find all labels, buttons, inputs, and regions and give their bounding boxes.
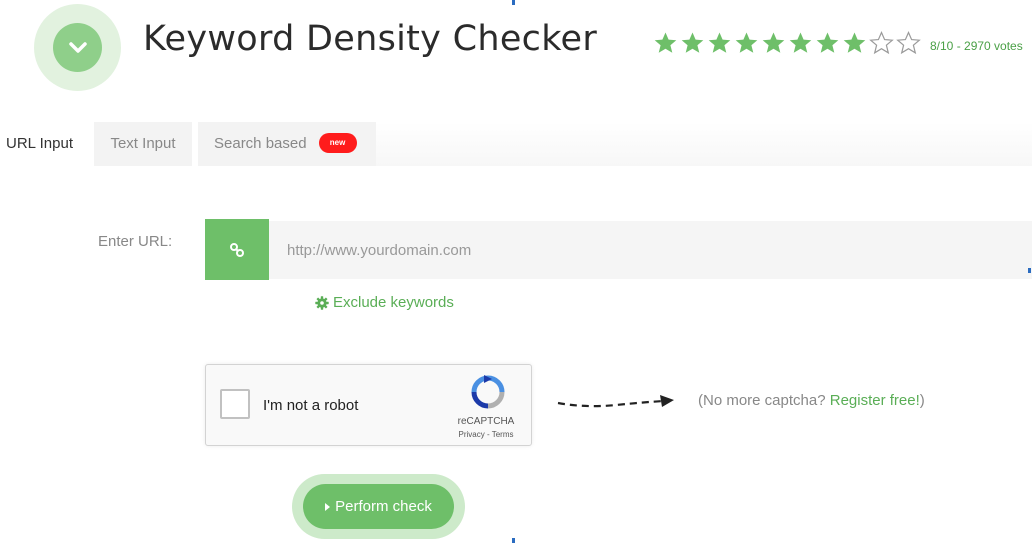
tab-text-input-label: Text Input — [110, 135, 176, 152]
perform-check-label: Perform check — [335, 498, 432, 515]
dashed-arrow-icon — [557, 395, 674, 408]
recaptcha-logo-icon — [471, 375, 505, 409]
register-free-link[interactable]: Register free! — [830, 392, 920, 409]
url-label: Enter URL: — [98, 233, 173, 250]
star-filled-icon[interactable] — [706, 31, 733, 55]
play-triangle-icon — [325, 502, 331, 511]
edge-marker-right — [1028, 268, 1031, 273]
perform-check-halo: Perform check — [292, 474, 465, 539]
recaptcha-privacy-terms[interactable]: Privacy - Terms — [446, 430, 526, 439]
star-empty-icon[interactable] — [868, 31, 895, 55]
star-filled-icon[interactable] — [679, 31, 706, 55]
new-badge: new — [318, 133, 357, 154]
page-title: Keyword Density Checker — [143, 19, 598, 59]
chevron-down-icon — [68, 41, 87, 53]
tab-search-based[interactable]: Search based new — [198, 122, 376, 166]
star-filled-icon[interactable] — [760, 31, 787, 55]
link-icon — [230, 242, 244, 257]
perform-check-button[interactable]: Perform check — [303, 484, 454, 529]
star-filled-icon[interactable] — [733, 31, 760, 55]
exclude-keywords-link[interactable]: Exclude keywords — [315, 294, 454, 311]
star-filled-icon[interactable] — [841, 31, 868, 55]
star-empty-icon[interactable] — [895, 31, 922, 55]
edge-marker-bottom — [512, 538, 515, 543]
gear-icon — [315, 295, 329, 310]
url-icon-box — [205, 219, 269, 280]
recaptcha-checkbox-label: I'm not a robot — [263, 397, 359, 414]
no-captcha-note: (No more captcha? Register free!) — [698, 392, 925, 409]
exclude-keywords-label: Exclude keywords — [333, 294, 454, 311]
star-filled-icon[interactable] — [652, 31, 679, 55]
tabs-filler — [376, 122, 1032, 166]
input-tabs: URL Input Text Input Search based new — [0, 122, 1032, 166]
no-captcha-prefix: (No more captcha? — [698, 392, 830, 409]
recaptcha-widget: I'm not a robot reCAPTCHA Privacy - Term… — [205, 364, 532, 446]
recaptcha-checkbox[interactable] — [220, 389, 250, 419]
star-filled-icon[interactable] — [787, 31, 814, 55]
tab-url-input[interactable]: URL Input — [0, 122, 92, 166]
star-rating[interactable]: 8/10 - 2970 votes — [652, 31, 1023, 60]
logo-circle — [53, 23, 102, 72]
url-input[interactable] — [269, 221, 1032, 279]
stars-container[interactable] — [652, 31, 922, 60]
star-filled-icon[interactable] — [814, 31, 841, 55]
tab-search-based-label: Search based — [214, 135, 307, 152]
edge-marker-top — [512, 0, 515, 5]
tab-url-input-label: URL Input — [6, 135, 73, 152]
rating-votes-text: 8/10 - 2970 votes — [930, 38, 1023, 53]
tab-text-input[interactable]: Text Input — [94, 122, 192, 166]
no-captcha-suffix: ) — [919, 392, 925, 409]
logo-badge — [34, 4, 121, 91]
recaptcha-brand: reCAPTCHA — [457, 416, 515, 427]
